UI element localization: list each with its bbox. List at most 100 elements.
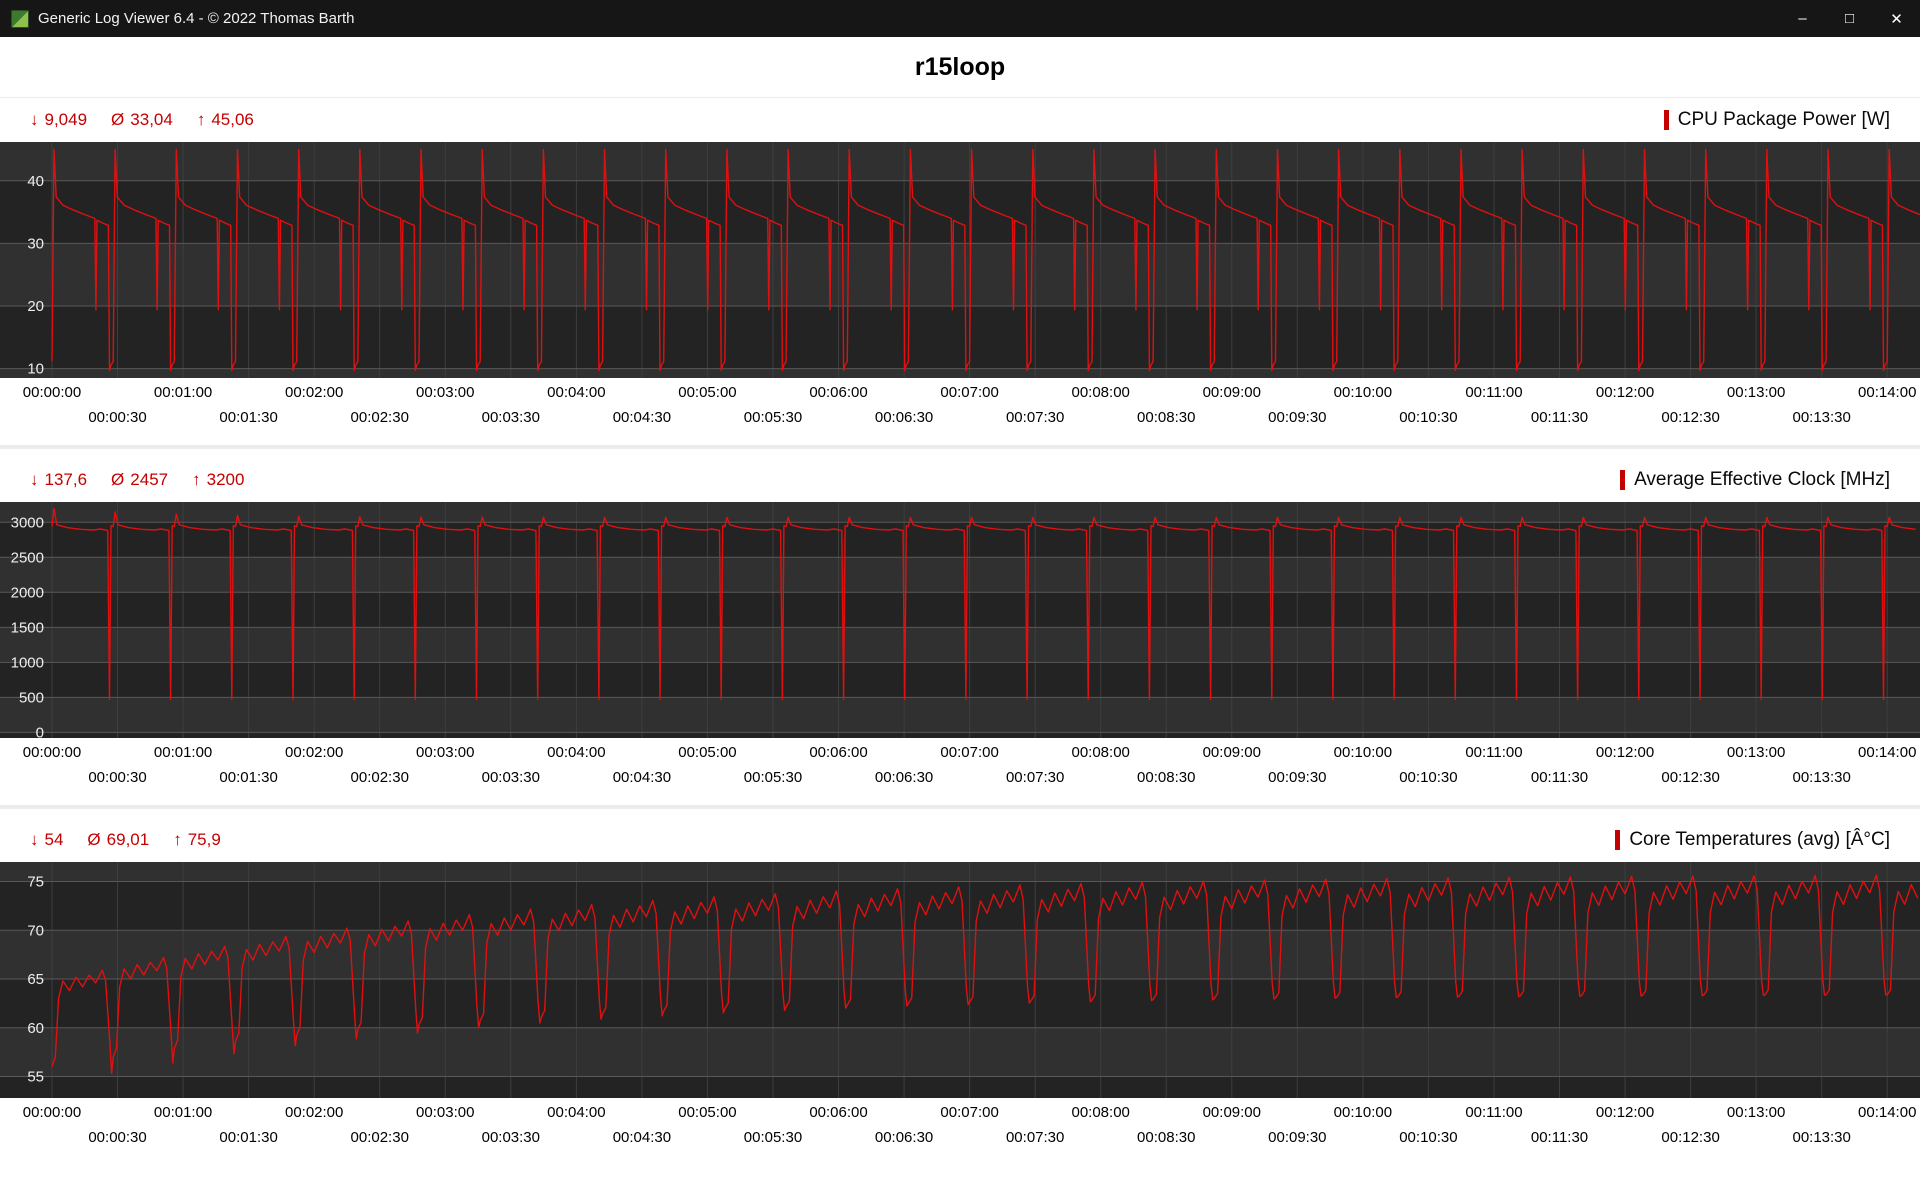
x-tick-label: 00:03:30 (481, 409, 540, 426)
avg-icon: Ø (111, 110, 125, 129)
x-tick-label: 00:08:30 (1137, 769, 1196, 786)
x-tick-label: 00:04:00 (547, 744, 606, 761)
x-tick-label: 00:05:30 (743, 409, 803, 426)
x-tick-label: 00:11:00 (1465, 1104, 1523, 1121)
page-title: r15loop (0, 37, 1920, 98)
x-axis-labels: 00:00:00 00:01:00 00:02:00 00:03:00 00:04:00… (0, 378, 1920, 436)
x-tick-label: 00:09:30 (1268, 769, 1327, 786)
chart-title: Core Temperatures (avg) [Â°C] (1615, 829, 1890, 851)
chart-canvas[interactable]: 55 60 65 70 75 (0, 862, 1920, 1098)
x-tick-label: 00:01:00 (153, 384, 213, 401)
max-arrow-icon: ↑ (196, 110, 206, 129)
section-divider (0, 796, 1920, 818)
x-tick-label: 00:07:30 (1005, 409, 1065, 426)
x-tick-label: 00:05:00 (678, 384, 737, 401)
x-tick-label: 00:07:30 (1005, 769, 1065, 786)
plot-band (0, 243, 1920, 306)
stat-min-value: 137,6 (44, 470, 88, 489)
min-arrow-icon: ↓ (30, 110, 39, 129)
x-tick-label: 00:00:00 (22, 744, 82, 761)
maximize-button[interactable]: □ (1826, 0, 1873, 37)
x-tick-label: 00:13:30 (1792, 769, 1851, 786)
chart-canvas[interactable]: 10 20 30 40 (0, 142, 1920, 378)
close-button[interactable]: ✕ (1873, 0, 1920, 37)
window-controls: – □ ✕ (1779, 0, 1920, 37)
minimize-button[interactable]: – (1779, 0, 1826, 37)
stat-avg: Ø 69,01 (87, 830, 149, 850)
stat-max: ↑ 75,9 (173, 830, 221, 850)
x-tick-label: 00:07:00 (940, 744, 999, 761)
x-tick-label: 00:09:00 (1202, 744, 1261, 761)
x-tick-label: 00:12:30 (1661, 409, 1720, 426)
x-tick-label: 00:10:30 (1399, 409, 1458, 426)
x-tick-label: 00:02:00 (284, 384, 344, 401)
x-tick-label: 00:00:30 (88, 769, 147, 786)
chart-plot-area[interactable]: 55 60 65 70 75 (0, 862, 1920, 1098)
x-tick-label: 00:11:30 (1530, 409, 1589, 426)
y-tick-label: 2500 (11, 549, 44, 566)
chart-plot-area[interactable]: 0 500 1000 1500 2000 2500 3000 (0, 502, 1920, 738)
x-tick-label: 00:05:00 (678, 1104, 737, 1121)
x-tick-label: 00:03:00 (416, 744, 475, 761)
plot-band (0, 502, 1920, 523)
min-arrow-icon: ↓ (30, 830, 39, 849)
y-tick-label: 75 (27, 874, 44, 891)
chart-title: Average Effective Clock [MHz] (1620, 469, 1890, 491)
x-tick-label: 00:00:30 (88, 1129, 147, 1146)
plot-band (0, 522, 1920, 558)
app-icon[interactable] (11, 9, 29, 28)
legend-marker-icon (1663, 110, 1669, 130)
x-tick-label: 00:13:00 (1726, 744, 1786, 761)
chart-section-average-effective-clock: ↓ 137,6 Ø 2457 ↑ 3200 Average Effective … (0, 458, 1920, 796)
x-tick-label: 00:14:00 (1858, 384, 1917, 401)
x-tick-label: 00:06:00 (809, 744, 868, 761)
stat-max-value: 45,06 (211, 110, 254, 129)
x-tick-label: 00:04:30 (612, 1129, 672, 1146)
x-tick-label: 00:08:30 (1137, 1129, 1196, 1146)
x-tick-label: 00:01:30 (219, 409, 278, 426)
stat-max-value: 75,9 (187, 830, 221, 849)
x-axis-labels: 00:00:00 00:01:00 00:02:00 00:03:00 00:04:00… (0, 1098, 1920, 1156)
stats-row: ↓ 54 Ø 69,01 ↑ 75,9 Core Temperatures (a… (0, 818, 1920, 862)
stats-group: ↓ 54 Ø 69,01 ↑ 75,9 (30, 830, 221, 850)
y-tick-label: 65 (27, 971, 44, 988)
stat-min: ↓ 9,049 (30, 110, 87, 130)
chart-plot-area[interactable]: 10 20 30 40 (0, 142, 1920, 378)
x-tick-label: 00:13:00 (1726, 384, 1786, 401)
x-tick-label: 00:13:30 (1792, 1129, 1851, 1146)
x-tick-label: 00:03:00 (416, 1104, 475, 1121)
x-tick-label: 00:10:00 (1333, 744, 1393, 761)
x-tick-label: 00:06:30 (874, 409, 934, 426)
x-tick-label: 00:07:00 (940, 1104, 999, 1121)
x-tick-label: 00:10:00 (1333, 384, 1393, 401)
window-title: Generic Log Viewer 6.4 - © 2022 Thomas B… (38, 10, 355, 27)
x-axis-labels: 00:00:00 00:01:00 00:02:00 00:03:00 00:04:00… (0, 738, 1920, 796)
chart-canvas[interactable]: 0 500 1000 1500 2000 2500 3000 (0, 502, 1920, 738)
plot-band (0, 662, 1920, 698)
avg-icon: Ø (111, 470, 125, 489)
x-tick-label: 00:04:30 (612, 769, 672, 786)
x-tick-label: 00:03:30 (481, 1129, 540, 1146)
y-tick-label: 0 (36, 724, 44, 738)
y-tick-label: 60 (27, 1020, 44, 1037)
stat-min: ↓ 137,6 (30, 470, 87, 490)
x-tick-label: 00:01:00 (153, 1104, 213, 1121)
x-tick-label: 00:12:30 (1661, 1129, 1720, 1146)
legend-marker-icon (1620, 470, 1626, 490)
stat-max-value: 3200 (206, 470, 245, 489)
plot-band (0, 592, 1920, 628)
plot-band (0, 142, 1920, 181)
y-tick-label: 70 (27, 922, 44, 939)
y-tick-label: 10 (27, 361, 44, 378)
x-tick-label: 00:04:00 (547, 1104, 606, 1121)
x-tick-label: 00:02:30 (350, 769, 409, 786)
y-tick-label: 40 (27, 173, 44, 190)
plot-band (0, 1076, 1920, 1098)
x-tick-label: 00:08:00 (1071, 744, 1130, 761)
x-tick-label: 00:08:30 (1137, 409, 1196, 426)
x-tick-label: 00:09:00 (1202, 384, 1261, 401)
x-tick-label: 00:11:00 (1465, 384, 1523, 401)
app-window: Generic Log Viewer 6.4 - © 2022 Thomas B… (0, 0, 1920, 1156)
plot-band (0, 979, 1920, 1028)
stats-row: ↓ 137,6 Ø 2457 ↑ 3200 Average Effective … (0, 458, 1920, 502)
